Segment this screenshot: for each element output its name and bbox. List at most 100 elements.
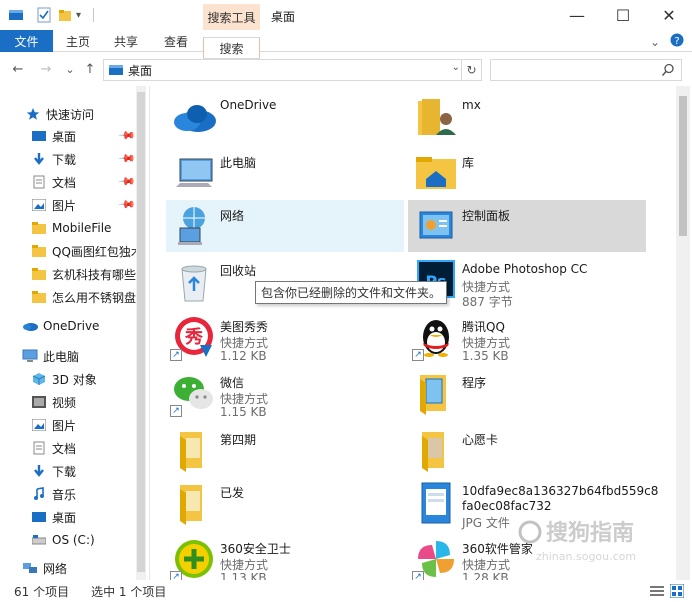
content-scrollbar[interactable] [676, 86, 690, 580]
address-dropdown-icon[interactable]: ⌄ [452, 62, 460, 73]
shortcut-arrow-icon: ↗ [170, 349, 182, 361]
item-name: OneDrive [220, 98, 277, 112]
desktop-icon [31, 509, 47, 525]
item-issue-4-folder[interactable]: 第四期 [166, 424, 404, 476]
file-list: OneDrive mx 此电脑 库 网络 控制面板 回收站 Ps Adobe P… [150, 86, 674, 580]
recycle-bin-icon [181, 265, 207, 302]
nav-this-pc[interactable]: 此电脑 [22, 345, 169, 367]
address-bar[interactable]: 桌面 ⌄ ↻ [103, 59, 482, 81]
document-icon [31, 174, 47, 190]
jpg-file-icon [421, 482, 451, 524]
computer-icon [176, 158, 213, 187]
nav-item-xuanji-folder[interactable]: 玄机科技有哪些3 [31, 263, 136, 285]
properties-icon[interactable] [36, 6, 52, 24]
pin-icon: 📌 [117, 149, 137, 168]
tab-file[interactable]: 文件 [0, 30, 53, 52]
nav-item-label: MobileFile [52, 221, 112, 235]
item-name: 已发 [220, 486, 245, 500]
tab-view[interactable]: 查看 [154, 30, 198, 52]
item-wechat[interactable]: ↗ 微信 快捷方式 1.15 KB [166, 367, 404, 419]
new-folder-icon[interactable] [58, 6, 72, 24]
back-button[interactable]: ← [10, 60, 26, 78]
item-this-pc[interactable]: 此电脑 [166, 147, 404, 199]
nav-item-label: 图片 [52, 418, 77, 433]
large-icons-view-icon[interactable] [669, 583, 685, 601]
network-icon [178, 207, 205, 245]
item-meitu[interactable]: 秀 ↗ 美图秀秀 快捷方式 1.12 KB [166, 311, 404, 363]
folder-icon [180, 432, 202, 472]
item-sent-folder[interactable]: 已发 [166, 477, 404, 529]
item-360-safe[interactable]: ↗ 360安全卫士 快捷方式 1.13 KB [166, 533, 404, 580]
svg-text:秀: 秀 [184, 327, 203, 348]
status-bar: 61 个项目 选中 1 个项目 [0, 580, 692, 602]
expand-ribbon-icon[interactable]: ⌄ [650, 35, 660, 49]
minimize-button[interactable]: — [554, 0, 600, 30]
nav-item-label: 3D 对象 [52, 372, 97, 387]
nav-item-label: 桌面 [52, 129, 77, 144]
nav-item-label: QQ画图红包独木 [52, 244, 136, 259]
item-network[interactable]: 网络 [166, 200, 404, 252]
nav-item-label: 玄机科技有哪些3 [52, 267, 136, 282]
search-icon [661, 63, 674, 76]
address-path: 桌面 [128, 63, 153, 78]
item-type: JPG 文件 [462, 516, 510, 530]
item-name: mx [462, 98, 481, 112]
watermark-text: 搜狗指南 [546, 521, 634, 546]
search-input[interactable] [490, 59, 682, 81]
item-name: 10dfa9ec8a136327b64fbd559c8 [462, 484, 659, 498]
item-qq[interactable]: ↗ 腾讯QQ 快捷方式 1.35 KB [408, 311, 646, 363]
item-programs-folder[interactable]: 程序 [408, 367, 646, 419]
tab-share[interactable]: 共享 [104, 30, 148, 52]
user-folder-icon [418, 99, 456, 135]
folder-icon [420, 375, 446, 415]
search-tools-context-tab: 搜索工具 [203, 4, 260, 30]
content-scrollbar-thumb[interactable] [679, 96, 687, 236]
customize-quick-access-icon[interactable]: ▾ [76, 6, 81, 24]
nav-item-qq-folder[interactable]: QQ画图红包独木 [31, 240, 136, 262]
nav-network[interactable]: 网络 [22, 557, 169, 579]
item-name: 网络 [220, 209, 245, 223]
nav-scrollbar-thumb[interactable] [137, 92, 145, 572]
help-icon[interactable]: ? [670, 33, 684, 50]
refresh-button[interactable]: ↻ [461, 60, 481, 80]
forward-button[interactable]: → [38, 60, 54, 78]
item-name: 第四期 [220, 433, 257, 447]
nav-item-label: OS (C:) [52, 533, 95, 547]
folder-icon [31, 266, 47, 282]
nav-item-label: 音乐 [52, 487, 77, 502]
close-button[interactable]: ✕ [646, 0, 692, 30]
nav-onedrive[interactable]: OneDrive [22, 315, 169, 337]
nav-scrollbar[interactable] [136, 86, 146, 580]
item-library[interactable]: 库 [408, 147, 646, 199]
maximize-button[interactable]: ☐ [600, 0, 646, 30]
control-panel-icon [419, 211, 453, 239]
desktop-icon [109, 65, 123, 75]
item-name: 程序 [462, 376, 487, 390]
folder-icon [31, 289, 47, 305]
recent-locations-dropdown[interactable]: ⌄ [62, 60, 78, 78]
item-size: 887 字节 [462, 295, 513, 309]
window-title: 桌面 [271, 10, 296, 24]
sogou-watermark: 搜狗指南 zhinan.sogou.com [516, 516, 676, 566]
nav-item-steel-plate-folder[interactable]: 怎么用不锈钢盘子 [31, 286, 136, 308]
details-view-icon[interactable] [650, 585, 664, 600]
tab-home[interactable]: 主页 [56, 30, 100, 52]
item-size: 1.35 KB [462, 349, 509, 363]
nav-item-label: 下载 [52, 152, 77, 167]
picture-icon [31, 197, 47, 213]
shortcut-arrow-icon: ↗ [412, 571, 424, 580]
item-onedrive[interactable]: OneDrive [166, 91, 404, 143]
item-count: 61 个项目 [14, 584, 70, 599]
music-icon [31, 486, 47, 502]
nav-onedrive-label: OneDrive [43, 319, 100, 333]
item-mx[interactable]: mx [408, 91, 646, 143]
item-wish-card-folder[interactable]: 心愿卡 [408, 424, 646, 476]
navigation-pane: 快速访问 桌面 📌 下载 📌 文档 📌 图片 📌 MobileFile QQ画图… [0, 86, 147, 580]
star-icon [25, 106, 41, 122]
recycle-bin-tooltip: 包含你已经删除的文件和文件夹。 [255, 281, 448, 304]
nav-item-label: 文档 [52, 175, 77, 190]
up-button[interactable]: ↑ [82, 60, 98, 78]
address-row: ← → ⌄ ↑ 桌面 ⌄ ↻ [0, 52, 692, 86]
item-control-panel[interactable]: 控制面板 [408, 200, 646, 252]
folder-icon [422, 432, 444, 472]
